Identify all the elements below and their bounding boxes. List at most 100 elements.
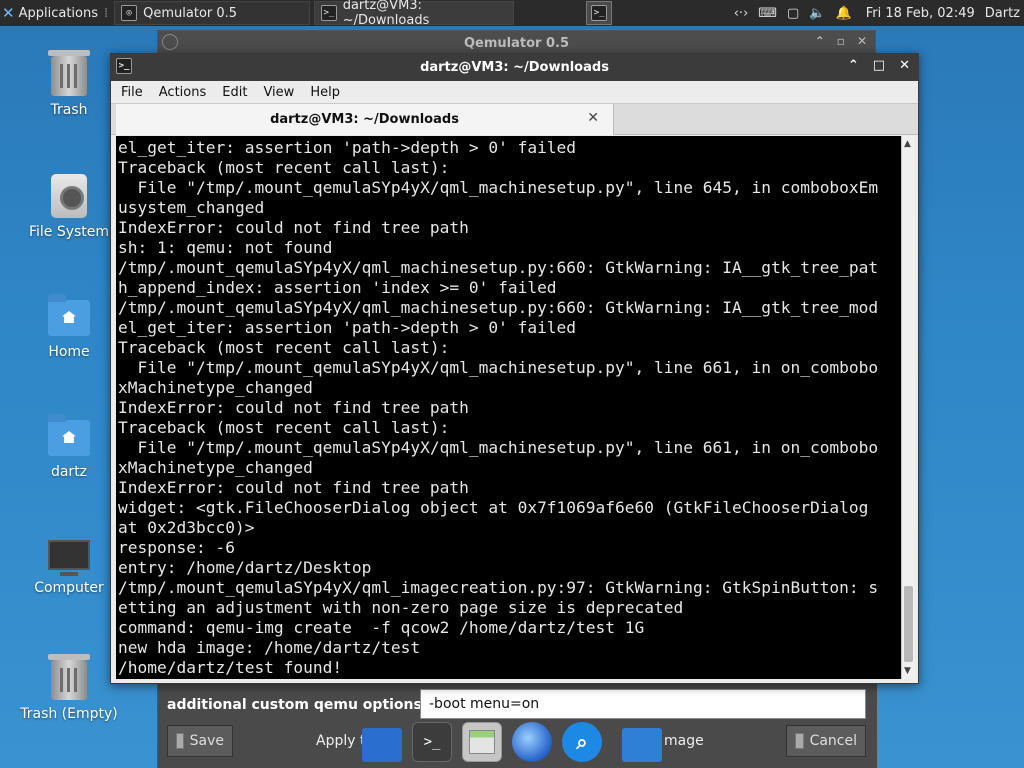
desktop-icon-trash[interactable]: Trash [14,50,124,118]
desktop-icon-label: Home [48,344,90,360]
dock-file-manager-icon[interactable] [462,722,502,762]
terminal-line: etting an adjustment with non-zero page … [118,598,684,617]
terminal-line: command: qemu-img create -f qcow2 /home/… [118,618,645,637]
taskbar-item-label: Qemulator 0.5 [143,5,238,21]
user-menu[interactable]: Dartz [985,6,1020,21]
screen-icon[interactable]: ▢ [787,6,799,21]
scroll-down-icon[interactable]: ▼ [904,666,911,676]
tab-close-icon[interactable]: ✕ [587,110,599,126]
taskbar-item-qemulator[interactable]: ◎ Qemulator 0.5 [114,1,311,25]
desktop-icon-trash-empty[interactable]: Trash (Empty) [14,654,124,722]
save-icon [176,733,184,749]
terminal-line: /tmp/.mount_qemulaSYp4yX/qml_machinesetu… [118,258,879,277]
scroll-up-icon[interactable]: ▲ [904,139,911,149]
terminal-menubar: File Actions Edit View Help [111,81,918,103]
terminal-output[interactable]: el_get_iter: assertion 'path->depth > 0'… [116,136,901,679]
menu-edit[interactable]: Edit [222,85,247,100]
terminal-line: IndexError: could not find tree path [118,398,469,417]
desktop-icon-label: Computer [34,580,104,596]
dock-folder-icon[interactable] [622,728,662,762]
terminal-line: sh: 1: qemu: not found [118,238,333,257]
notification-bell-icon[interactable]: 🔔 [836,6,852,21]
trash-icon [48,50,90,96]
terminal-window: >_ dartz@VM3: ~/Downloads ⌃ □ ✕ File Act… [110,53,919,684]
network-icon[interactable]: ‹·› [734,6,749,21]
window-title: dartz@VM3: ~/Downloads [420,60,609,75]
cancel-button[interactable]: Cancel [786,725,866,757]
terminal-line: el_get_iter: assertion 'path->depth > 0'… [118,138,577,157]
trash-icon [48,654,90,700]
dock-terminal-icon[interactable]: >_ [412,722,452,762]
terminal-app-icon: >_ [116,58,132,74]
dock-web-browser-icon[interactable] [512,722,552,762]
window-title: Qemulator 0.5 [463,35,569,51]
terminal-line: el_get_iter: assertion 'path->depth > 0'… [118,318,577,337]
menu-file[interactable]: File [121,85,143,100]
terminal-line: xMachinetype_changed [118,458,313,477]
panel-separator: ⁞ [104,5,109,21]
menu-help[interactable]: Help [310,85,340,100]
home-folder-icon [48,414,90,456]
close-icon[interactable]: ✕ [857,34,867,48]
terminal-line: response: -6 [118,538,235,557]
system-tray: ‹·› ⌨ ▢ 🔈 🔔 Fri 18 Feb, 02:49 Dartz [734,6,1024,21]
terminal-line: widget: <gtk.FileChooserDialog object at… [118,498,869,517]
keyboard-icon[interactable]: ⌨ [758,6,777,21]
save-button-label: Save [189,733,224,749]
terminal-line: IndexError: could not find tree path [118,478,469,497]
close-icon[interactable]: ✕ [899,58,910,73]
terminal-line: at 0x2d3bcc0)> [118,518,255,537]
drive-icon [51,174,87,218]
taskbar-item-label: dartz@VM3: ~/Downloads [342,0,430,28]
terminal-line: File "/tmp/.mount_qemulaSYp4yX/qml_machi… [118,358,879,377]
clock[interactable]: Fri 18 Feb, 02:49 [866,6,975,21]
menu-actions[interactable]: Actions [159,85,207,100]
volume-icon[interactable]: 🔈 [809,6,825,21]
applications-menu-button[interactable]: ✕ Applications [0,0,102,26]
terminal-scrollbar[interactable]: ▲ ▼ [901,136,915,679]
terminal-line: entry: /home/dartz/Desktop [118,558,372,577]
tab-downloads[interactable]: dartz@VM3: ~/Downloads ✕ [116,104,614,135]
menu-view[interactable]: View [263,85,294,100]
desktop-icon-label: Trash [50,102,88,118]
minimize-icon[interactable]: ⌃ [848,58,859,73]
save-button[interactable]: Save [167,725,233,757]
desktop-icon-label: File System [28,224,110,240]
launcher-terminal[interactable]: >_ [586,1,613,25]
cancel-icon [795,733,804,749]
xfce-logo-icon: ✕ [2,4,15,22]
terminal-tabbar: dartz@VM3: ~/Downloads ✕ [111,103,918,135]
home-folder-icon [48,294,90,336]
terminal-line: /home/dartz/test found! [118,658,343,677]
custom-options-input[interactable] [420,689,866,719]
tab-label: dartz@VM3: ~/Downloads [270,112,459,127]
qemulator-titlebar[interactable]: Qemulator 0.5 ⌃ ▫ ✕ [158,31,875,55]
terminal-titlebar[interactable]: >_ dartz@VM3: ~/Downloads ⌃ □ ✕ [111,54,918,81]
taskbar-item-terminal[interactable]: >_ dartz@VM3: ~/Downloads [314,0,515,28]
minimize-icon[interactable]: ⌃ [815,34,825,48]
dock-blank-app-icon[interactable] [362,728,402,762]
qemulator-app-icon [162,34,178,50]
terminal-line: File "/tmp/.mount_qemulaSYp4yX/qml_machi… [118,438,879,457]
terminal-app-icon: >_ [321,5,337,21]
terminal-line: Traceback (most recent call last): [118,338,450,357]
desktop-icon-computer[interactable]: Computer [14,534,124,596]
terminal-line: /tmp/.mount_qemulaSYp4yX/qml_machinesetu… [118,298,879,317]
desktop-icon-file-system[interactable]: File System [14,174,124,240]
terminal-lines: el_get_iter: assertion 'path->depth > 0'… [116,136,901,678]
applications-label: Applications [18,5,98,21]
terminal-line: IndexError: could not find tree path [118,218,469,237]
terminal-line: File "/tmp/.mount_qemulaSYp4yX/qml_machi… [118,178,879,197]
desktop-icon-dartz[interactable]: dartz [14,414,124,480]
terminal-line: Traceback (most recent call last): [118,418,450,437]
dock-search-icon[interactable]: ⌕ [562,722,602,762]
maximize-icon[interactable]: ▫ [837,34,845,48]
desktop-icon-home[interactable]: Home [14,294,124,360]
top-panel: ✕ Applications ⁞ ◎ Qemulator 0.5 >_ dart… [0,0,1024,28]
terminal-line: new hda image: /home/dartz/test [118,638,421,657]
desktop-icon-label: Trash (Empty) [20,706,118,722]
maximize-icon[interactable]: □ [873,58,885,73]
scrollbar-thumb[interactable] [904,586,913,662]
custom-options-label: additional custom qemu options [167,697,422,713]
apply-button[interactable]: Apply t [316,733,365,749]
